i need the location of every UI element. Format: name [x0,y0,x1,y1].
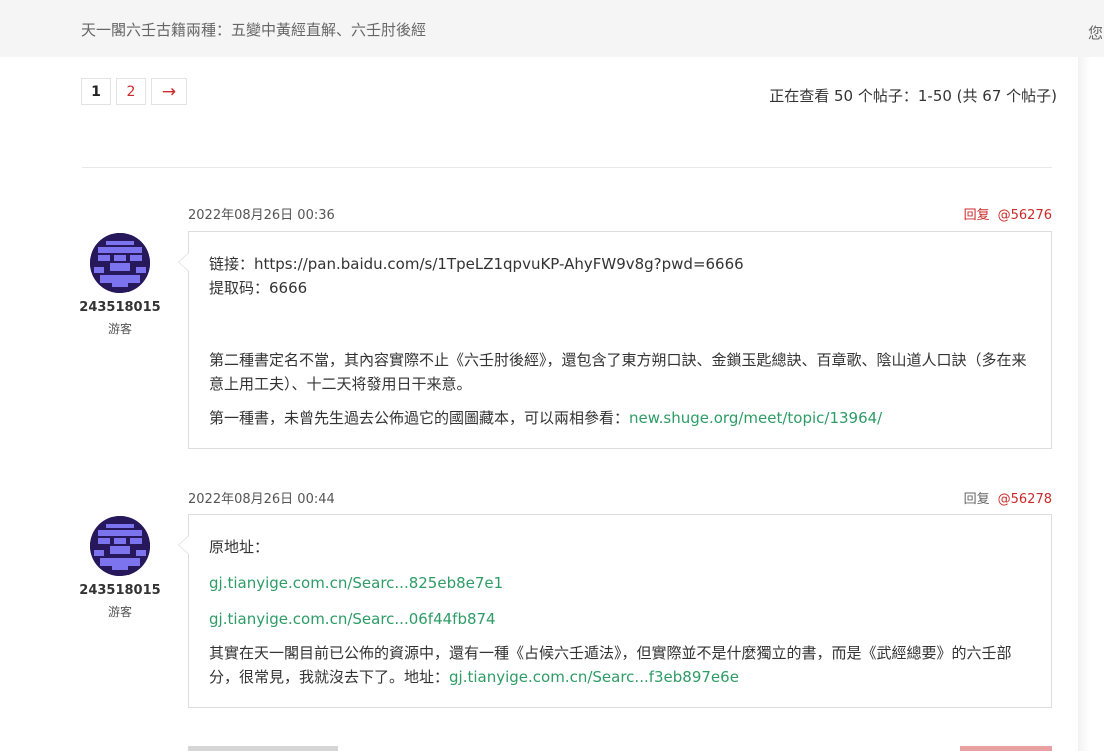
post-content: 原地址： gj.tianyige.com.cn/Searc...825eb8e7… [178,514,1052,708]
pagination: 1 2 → [81,78,192,105]
content-line: 原地址： [209,538,270,556]
source-link[interactable]: gj.tianyige.com.cn/Searc...06f44fb874 [209,610,496,628]
post-actions: 回复 @56278 [964,488,1052,507]
identicon-avatar[interactable] [90,516,150,576]
content-paragraph: 第二種書定名不當，其內容實際不止《六壬肘後經》，還包含了東方朔口訣、金鎖玉匙總訣… [209,351,1027,393]
post-id-link[interactable]: @56276 [998,208,1052,223]
post-date: 2022年08月26日 00:36 [188,208,335,223]
post-id-link[interactable]: @56278 [998,492,1052,507]
topic-header-bar: 天一閣六壬古籍兩種：五變中黃經直解、六壬肘後經 您 [0,0,1104,57]
page-button-2[interactable]: 2 [116,78,146,105]
content-line: 提取码：6666 [209,279,308,297]
identicon-icon [90,516,150,576]
post-date: 2022年08月26日 00:44 [188,492,335,507]
topic-link[interactable]: new.shuge.org/meet/topic/13964/ [629,409,882,427]
header-user-text[interactable]: 您 [1088,22,1103,43]
content-paragraph: 第一種書，未曾先生過去公佈過它的國圖藏本，可以兩相參看：new.shuge.or… [209,406,1031,430]
identicon-avatar[interactable] [90,233,150,293]
post-author: 243518015 游客 [75,233,165,337]
source-link[interactable]: gj.tianyige.com.cn/Searc...825eb8e7e1 [209,574,503,592]
next-page-button[interactable]: → [151,78,187,105]
divider [82,167,1052,168]
topic-breadcrumb[interactable]: 天一閣六壬古籍兩種：五變中黃經直解、六壬肘後經 [81,19,426,40]
author-name[interactable]: 243518015 [75,583,165,598]
post-author: 243518015 游客 [75,516,165,620]
identicon-icon [90,233,150,293]
post-actions: 回复 @56276 [964,204,1052,223]
reply-button[interactable]: 回复 [964,492,990,507]
source-link[interactable]: gj.tianyige.com.cn/Searc...f3eb897e6e [449,668,739,686]
post-date-clipped [188,746,338,751]
sidebar-shadow [1078,57,1090,751]
content-text: 第一種書，未曾先生過去公佈過它的國圖藏本，可以兩相參看： [209,409,630,427]
author-role: 游客 [107,605,132,619]
author-name[interactable]: 243518015 [75,300,165,315]
post-actions-clipped [960,746,1052,751]
content-line: 链接：https://pan.baidu.com/s/1TpeLZ1qpvuKP… [209,255,744,273]
post-count-text: 正在查看 50 个帖子：1-50 (共 67 个帖子) [769,87,1057,105]
reply-button[interactable]: 回复 [964,208,990,223]
author-role: 游客 [107,322,132,336]
post-content: 链接：https://pan.baidu.com/s/1TpeLZ1qpvuKP… [178,231,1052,449]
content-paragraph: 其實在天一閣目前已公佈的資源中，還有一種《占候六壬遁法》，但實際並不是什麼獨立的… [209,641,1031,689]
next-post-peek [188,742,1052,751]
page-button-1[interactable]: 1 [81,78,111,105]
